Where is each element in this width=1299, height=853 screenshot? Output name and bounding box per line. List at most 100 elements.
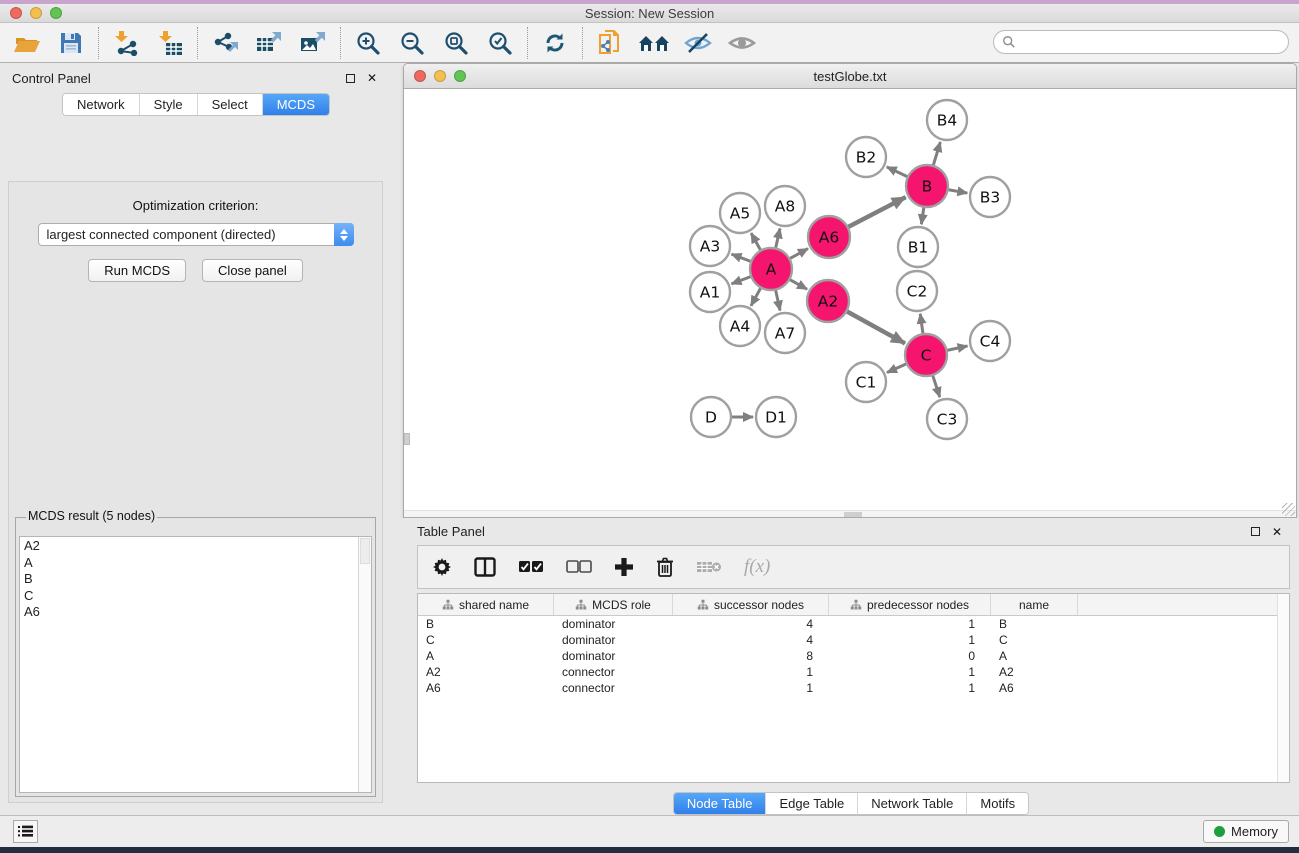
main-titlebar: Session: New Session (0, 4, 1299, 23)
graph-edge-C-C3[interactable] (933, 375, 940, 397)
table-row[interactable]: A dominator 8 0 A (418, 648, 1289, 664)
function-builder-button[interactable]: f(x) (744, 553, 770, 581)
node-table: shared name MCDS role successor nodes pr… (417, 593, 1290, 783)
network-canvas[interactable]: B4B2BB3A8A5A6B1A3AC2A1A2A4A7C4CC1C3DD1 (404, 89, 1296, 517)
float-panel-icon[interactable] (342, 70, 358, 86)
network-horizontal-scrollbar[interactable] (404, 510, 1296, 517)
import-network-button[interactable] (109, 27, 143, 59)
tab-node-table[interactable]: Node Table (674, 793, 767, 814)
deselect-all-rows-button[interactable] (566, 553, 592, 581)
tab-network[interactable]: Network (63, 94, 140, 115)
column-header-successor-nodes[interactable]: successor nodes (673, 594, 829, 615)
graph-edge-A2-C[interactable] (846, 311, 905, 343)
refresh-button[interactable] (538, 27, 572, 59)
tab-style[interactable]: Style (140, 94, 198, 115)
window-resize-grip[interactable] (1282, 503, 1295, 516)
column-header-shared-name[interactable]: shared name (418, 594, 554, 615)
eye-icon (727, 31, 757, 55)
graph-node-label-C1: C1 (856, 374, 877, 392)
graph-edge-A-A1[interactable] (732, 276, 752, 283)
show-all-button[interactable] (725, 27, 759, 59)
export-network-button[interactable] (208, 27, 242, 59)
column-header-name[interactable]: name (991, 594, 1078, 615)
graph-node-label-A: A (766, 261, 777, 279)
graph-edge-A-A6[interactable] (789, 249, 808, 259)
graph-edge-A-A5[interactable] (751, 233, 761, 251)
close-table-panel-icon[interactable]: ✕ (1269, 524, 1285, 540)
export-table-button[interactable] (252, 27, 286, 59)
table-row[interactable]: A2 connector 1 1 A2 (418, 664, 1289, 680)
list-item[interactable]: A2 (24, 538, 354, 555)
show-column-button[interactable] (474, 553, 496, 581)
table-scrollbar[interactable] (1277, 594, 1289, 782)
list-item[interactable]: C (24, 588, 354, 605)
criterion-dropdown[interactable]: largest connected component (directed) (38, 223, 354, 246)
column-header-mcds-role[interactable]: MCDS role (554, 594, 673, 615)
graph-edge-A-A3[interactable] (732, 254, 752, 261)
list-item[interactable]: B (24, 571, 354, 588)
list-item[interactable]: A6 (24, 604, 354, 621)
column-icon (474, 557, 496, 577)
network-view-window: testGlobe.txt B4B2BB3A8A5A6B1A3AC2A1A2A4… (403, 63, 1297, 518)
table-header-row: shared name MCDS role successor nodes pr… (418, 594, 1289, 616)
tab-mcds[interactable]: MCDS (263, 94, 329, 115)
control-panel-title: Control Panel (12, 71, 91, 86)
export-image-button[interactable] (296, 27, 330, 59)
graph-edge-B-B1[interactable] (921, 207, 924, 224)
zoom-fit-button[interactable] (439, 27, 473, 59)
tree-icon (850, 599, 862, 611)
column-header-predecessor-nodes[interactable]: predecessor nodes (829, 594, 991, 615)
close-panel-icon[interactable]: ✕ (364, 70, 380, 86)
zoom-out-button[interactable] (395, 27, 429, 59)
graph-edge-C-C4[interactable] (947, 346, 968, 351)
table-settings-button[interactable] (432, 553, 452, 581)
save-session-button[interactable] (54, 27, 88, 59)
hide-selected-button[interactable] (681, 27, 715, 59)
optimization-criterion-label: Optimization criterion: (9, 198, 382, 213)
table-row[interactable]: B dominator 4 1 B (418, 616, 1289, 632)
graph-edge-A-A8[interactable] (776, 228, 780, 248)
graph-edge-A-A4[interactable] (751, 287, 761, 305)
graph-edge-A6-B[interactable] (848, 197, 906, 227)
graph-edge-B-B2[interactable] (887, 167, 908, 177)
tree-icon (697, 599, 709, 611)
first-neighbors-button[interactable] (637, 27, 671, 59)
clone-network-button[interactable] (593, 27, 627, 59)
network-titlebar[interactable]: testGlobe.txt (404, 64, 1296, 89)
graph-node-label-A2: A2 (818, 293, 838, 311)
select-all-rows-button[interactable] (518, 553, 544, 581)
table-row[interactable]: C dominator 4 1 C (418, 632, 1289, 648)
zoom-in-button[interactable] (351, 27, 385, 59)
tab-select[interactable]: Select (198, 94, 263, 115)
graph-edge-A-A7[interactable] (775, 290, 780, 311)
tab-edge-table[interactable]: Edge Table (766, 793, 858, 814)
import-table-button[interactable] (153, 27, 187, 59)
list-item[interactable]: A (24, 555, 354, 572)
graph-edge-B-B3[interactable] (948, 190, 968, 193)
graph-edge-C-C2[interactable] (920, 314, 923, 334)
close-panel-button[interactable]: Close panel (202, 259, 303, 282)
graph-node-label-B3: B3 (980, 189, 1001, 207)
delete-column-button[interactable] (656, 553, 674, 581)
run-mcds-button[interactable]: Run MCDS (88, 259, 186, 282)
graph-edge-B-B4[interactable] (933, 142, 940, 166)
graph-edge-A-A2[interactable] (789, 279, 807, 289)
search-field[interactable] (993, 30, 1289, 54)
task-history-button[interactable] (13, 820, 38, 843)
graph-edge-C-C1[interactable] (887, 364, 907, 373)
add-column-button[interactable] (614, 553, 634, 581)
import-table-icon (156, 30, 184, 56)
mcds-result-list[interactable]: A2 A B C A6 (19, 536, 372, 793)
memory-button[interactable]: Memory (1203, 820, 1289, 843)
search-input[interactable] (1016, 35, 1288, 49)
open-file-button[interactable] (10, 27, 44, 59)
float-table-panel-icon[interactable] (1247, 524, 1263, 540)
table-row[interactable]: A6 connector 1 1 A6 (418, 680, 1289, 696)
tab-network-table[interactable]: Network Table (858, 793, 967, 814)
network-vertical-scrollbar[interactable] (404, 433, 410, 445)
list-scrollbar[interactable] (358, 537, 371, 792)
tab-motifs[interactable]: Motifs (967, 793, 1028, 814)
network-graph[interactable]: B4B2BB3A8A5A6B1A3AC2A1A2A4A7C4CC1C3DD1 (404, 89, 1296, 517)
delete-table-button[interactable] (696, 553, 722, 581)
zoom-selected-button[interactable] (483, 27, 517, 59)
